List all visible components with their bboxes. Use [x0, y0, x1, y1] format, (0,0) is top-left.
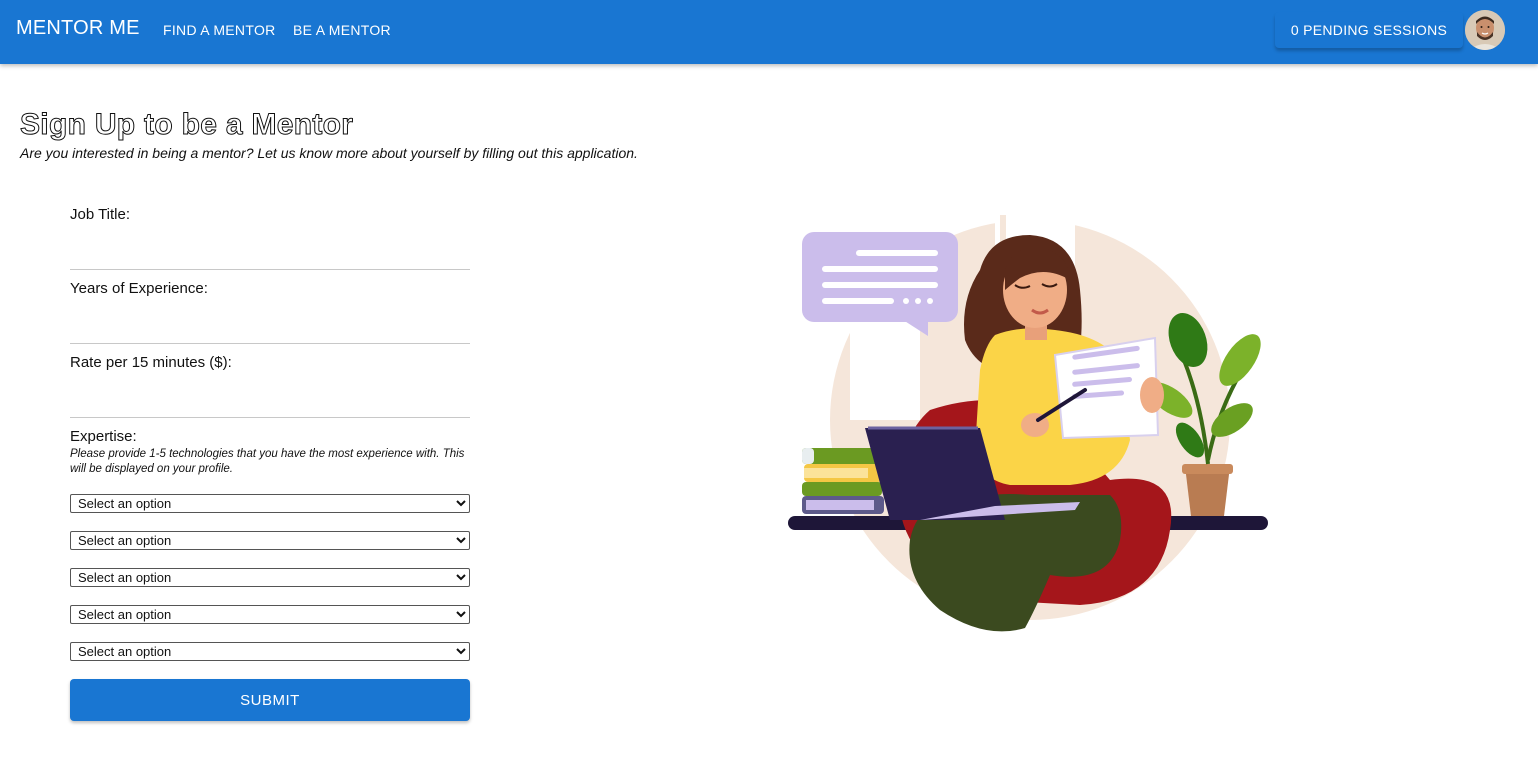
pending-sessions-button[interactable]: 0 PENDING SESSIONS — [1275, 12, 1463, 48]
expertise-select-5[interactable]: Select an option — [70, 642, 470, 661]
rate-input[interactable] — [70, 389, 470, 415]
page-title: Sign Up to be a Mentor — [19, 108, 354, 142]
expertise-select-1[interactable]: Select an option — [70, 494, 470, 513]
expertise-select-4[interactable]: Select an option — [70, 605, 470, 624]
expertise-select-1-wrap: Select an option — [70, 494, 470, 513]
user-avatar-icon — [1465, 10, 1505, 50]
woman-with-laptop-illustration — [788, 215, 1268, 632]
books-stack-icon — [802, 448, 884, 514]
submit-button[interactable]: SUBMIT — [70, 679, 470, 721]
expertise-select-3-wrap: Select an option — [70, 568, 470, 587]
job-title-label: Job Title: — [70, 206, 131, 223]
expertise-help-text: Please provide 1-5 technologies that you… — [70, 448, 465, 475]
years-experience-input[interactable] — [70, 315, 470, 341]
nav-find-a-mentor[interactable]: FIND A MENTOR — [163, 22, 276, 38]
expertise-select-3[interactable]: Select an option — [70, 568, 470, 587]
expertise-select-2-wrap: Select an option — [70, 531, 470, 550]
years-experience-label: Years of Experience: — [70, 280, 208, 297]
job-title-field: Job Title: — [70, 206, 470, 270]
mentor-illustration — [780, 210, 1280, 640]
job-title-input[interactable] — [70, 241, 470, 267]
years-experience-field: Years of Experience: — [70, 280, 470, 344]
nav-be-a-mentor[interactable]: BE A MENTOR — [293, 22, 391, 38]
expertise-select-4-wrap: Select an option — [70, 605, 470, 624]
rate-label: Rate per 15 minutes ($): — [70, 354, 232, 371]
app-bar: MENTOR ME FIND A MENTOR BE A MENTOR 0 PE… — [0, 0, 1538, 64]
brand-logo[interactable]: MENTOR ME — [16, 17, 140, 40]
expertise-label: Expertise: — [70, 428, 137, 445]
avatar[interactable] — [1465, 10, 1505, 50]
page-subtitle: Are you interested in being a mentor? Le… — [20, 145, 638, 161]
expertise-select-5-wrap: Select an option — [70, 642, 470, 661]
expertise-select-2[interactable]: Select an option — [70, 531, 470, 550]
rate-field: Rate per 15 minutes ($): — [70, 354, 470, 418]
chat-bubble-icon — [802, 232, 958, 336]
